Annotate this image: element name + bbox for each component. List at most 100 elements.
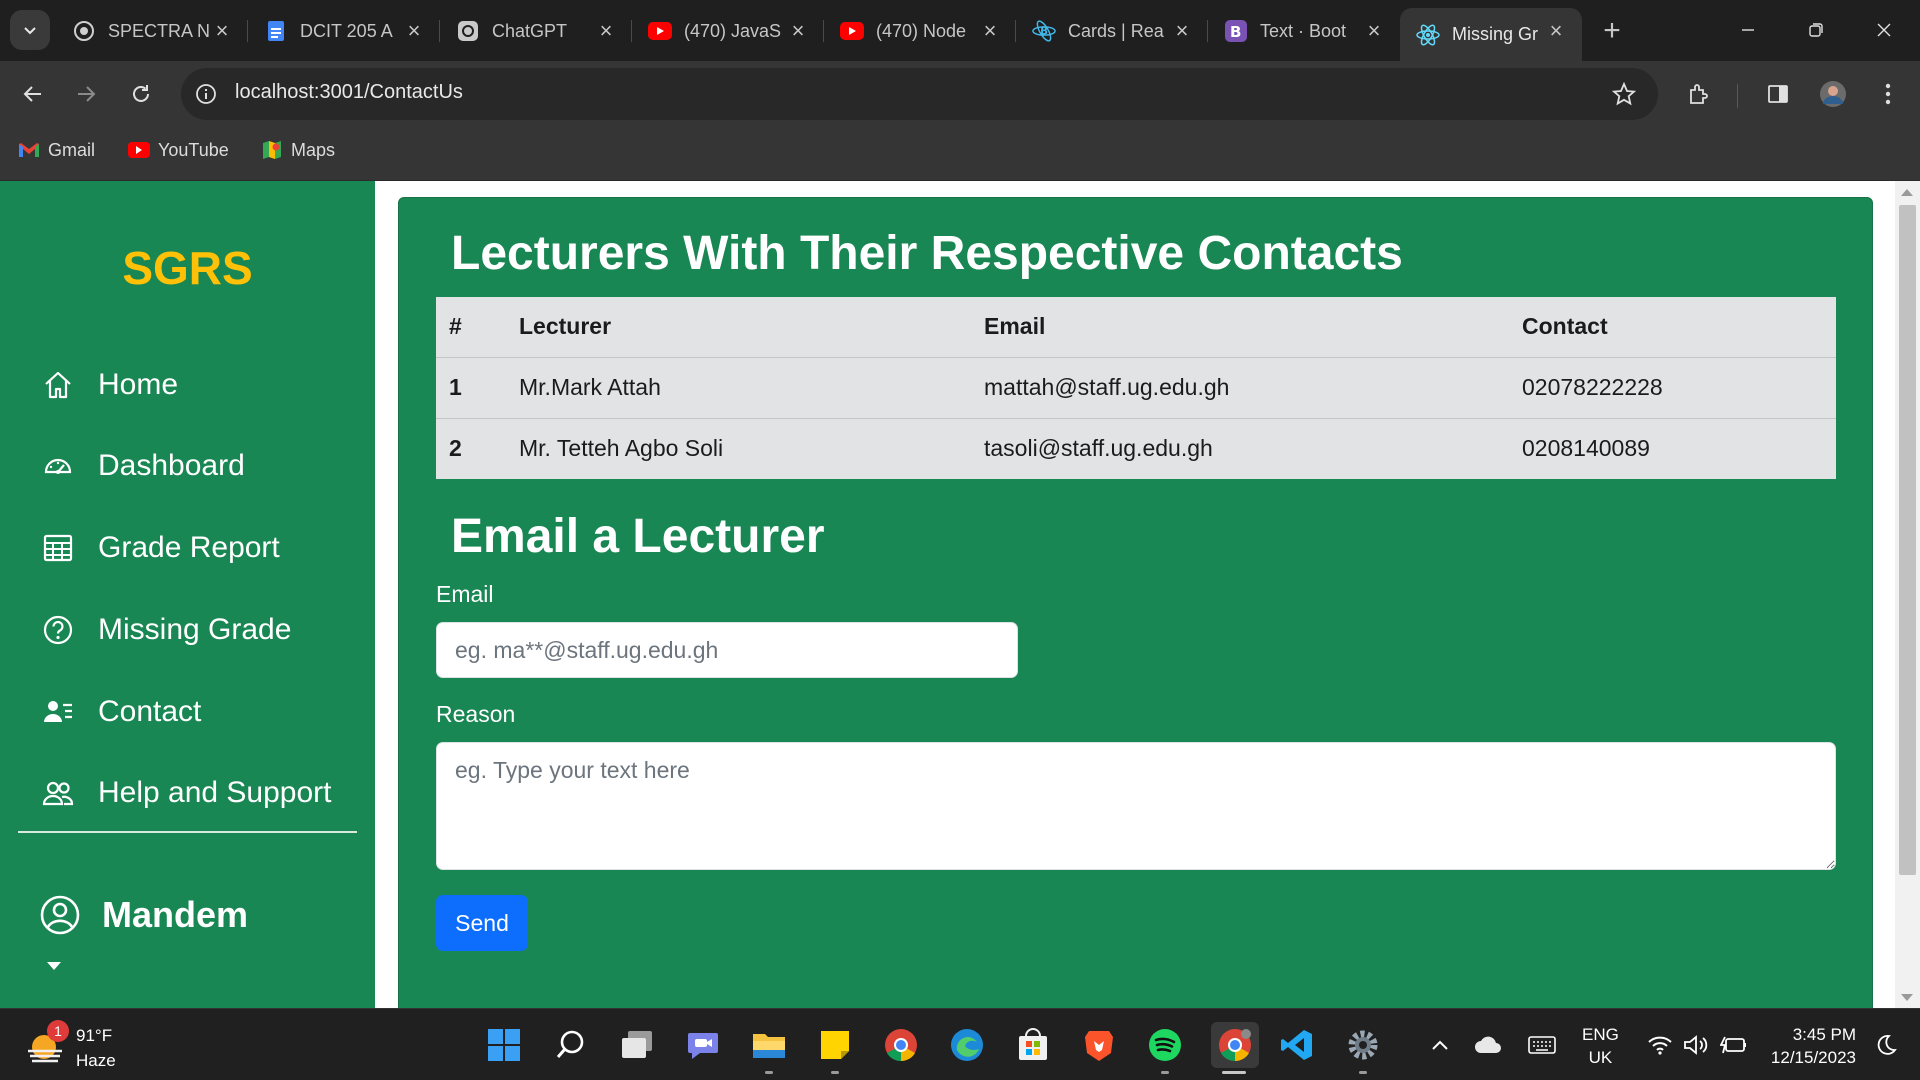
close-window-button[interactable] (1862, 12, 1906, 48)
gmail-icon (18, 139, 40, 161)
close-icon[interactable]: × (210, 18, 234, 43)
show-hidden-icons-chevron-up-icon[interactable] (1420, 1025, 1460, 1065)
table-cell: Mr.Mark Attah (506, 357, 971, 419)
brave-icon[interactable] (1079, 1025, 1119, 1065)
vscode-icon[interactable] (1277, 1025, 1317, 1065)
minimize-button[interactable] (1726, 12, 1770, 48)
scroll-up-arrow[interactable] (1901, 189, 1913, 196)
weather-widget[interactable]: 91°F Haze (26, 1023, 116, 1073)
close-icon[interactable]: × (1544, 18, 1568, 43)
sidebar-item-home[interactable]: Home (40, 362, 178, 408)
sidebar-item-grade-report[interactable]: Grade Report (40, 525, 280, 571)
youtube-icon (128, 139, 150, 161)
close-icon[interactable]: × (786, 18, 810, 43)
profile-avatar[interactable] (1815, 76, 1851, 112)
bookmark-label: YouTube (158, 139, 229, 160)
sidebar-item-dashboard[interactable]: Dashboard (40, 443, 245, 489)
keyboard-icon[interactable] (1522, 1025, 1562, 1065)
weather-condition: Haze (76, 1051, 116, 1070)
avatar-icon (1820, 81, 1846, 107)
brand-logo[interactable]: SGRS (0, 241, 375, 295)
browser-menu-button[interactable] (1870, 76, 1906, 112)
side-panel-button[interactable] (1760, 76, 1796, 112)
windows-start-icon[interactable] (484, 1025, 524, 1065)
input-language-indicator[interactable]: ENG UK (1582, 1023, 1619, 1069)
bookmark-youtube[interactable]: YouTube (128, 139, 229, 161)
sidebar-item-label: Contact (98, 695, 202, 728)
focus-moon-icon[interactable] (1866, 1025, 1906, 1065)
sidebar-item-missing-grade[interactable]: Missing Grade (40, 607, 291, 653)
forward-button[interactable] (68, 76, 104, 112)
battery-charging-icon[interactable] (1714, 1025, 1754, 1065)
browser-tab-active[interactable]: Missing Gr × (1400, 8, 1582, 61)
tab-search-button[interactable] (10, 10, 50, 50)
scroll-down-arrow[interactable] (1901, 994, 1913, 1001)
language-region: UK (1588, 1048, 1613, 1067)
onedrive-cloud-icon[interactable] (1468, 1025, 1508, 1065)
browser-tab[interactable]: DCIT 205 A × (248, 8, 440, 54)
kebab-menu-icon (1885, 83, 1891, 105)
user-menu[interactable]: Mandem (40, 894, 248, 936)
spectra-icon (72, 19, 96, 43)
back-button[interactable] (15, 76, 51, 112)
search-icon[interactable] (551, 1025, 591, 1065)
table-row: 1 Mr.Mark Attah mattah@staff.ug.edu.gh 0… (436, 357, 1836, 419)
extensions-button[interactable] (1681, 76, 1717, 112)
close-icon[interactable]: × (402, 18, 426, 43)
sidebar-item-label: Missing Grade (98, 613, 292, 646)
chrome-profile-icon[interactable] (1211, 1022, 1259, 1068)
url-text[interactable]: localhost:3001/ContactUs (235, 81, 463, 104)
close-icon[interactable]: × (978, 18, 1002, 43)
scrollbar-thumb[interactable] (1899, 205, 1916, 875)
bookmark-maps[interactable]: Maps (261, 139, 335, 161)
email-field[interactable] (436, 622, 1018, 678)
close-icon[interactable]: × (1362, 18, 1386, 43)
task-view-icon[interactable] (617, 1025, 657, 1065)
close-icon[interactable]: × (594, 18, 618, 43)
browser-tab[interactable]: B Cards | Rea × (1016, 8, 1208, 54)
sticky-notes-icon[interactable] (815, 1025, 855, 1065)
teams-chat-icon[interactable] (683, 1025, 723, 1065)
browser-tab[interactable]: ChatGPT × (440, 8, 632, 54)
tab-title: (470) JavaS (684, 20, 782, 41)
browser-tab[interactable]: SPECTRA N × (56, 8, 248, 54)
settings-icon[interactable] (1343, 1025, 1383, 1065)
minimize-icon (1742, 29, 1754, 31)
tab-title: Cards | Rea (1068, 20, 1164, 41)
language-code: ENG (1582, 1025, 1619, 1044)
bookmark-label: Gmail (48, 139, 96, 160)
restore-button[interactable] (1794, 12, 1838, 48)
browser-tab-strip: SPECTRA N × DCIT 205 A × ChatGPT × (470)… (0, 0, 1920, 61)
edge-icon[interactable] (947, 1025, 987, 1065)
side-panel-icon (1768, 85, 1788, 103)
new-tab-button[interactable]: + (1596, 16, 1628, 48)
react-bootstrap-icon: B (1032, 19, 1056, 43)
send-button[interactable]: Send (436, 895, 528, 951)
chrome-icon[interactable] (881, 1025, 921, 1065)
wifi-icon[interactable] (1640, 1025, 1680, 1065)
bookmark-gmail[interactable]: Gmail (18, 139, 95, 161)
reload-button[interactable] (123, 76, 159, 112)
sidebar-item-label: Dashboard (98, 449, 245, 482)
spotify-icon[interactable] (1145, 1025, 1185, 1065)
browser-tab[interactable]: (470) JavaS × (632, 8, 824, 54)
sidebar-item-label: Grade Report (98, 531, 280, 564)
volume-icon[interactable] (1676, 1025, 1716, 1065)
caret-down-icon[interactable] (47, 962, 61, 970)
person-circle-icon (40, 895, 80, 935)
file-explorer-icon[interactable] (749, 1025, 789, 1065)
clock[interactable]: 3:45 PM 12/15/2023 (1764, 1023, 1856, 1069)
sidebar-item-help-and-support[interactable]: Help and Support (40, 770, 332, 816)
running-indicator (765, 1071, 773, 1074)
reason-textarea[interactable] (436, 742, 1836, 870)
tab-title: (470) Node (876, 20, 967, 41)
arrow-left-icon (23, 86, 41, 102)
bookmark-star-button[interactable] (1606, 76, 1642, 112)
sidebar-item-contact[interactable]: Contact (40, 689, 201, 735)
browser-tab[interactable]: B Text · Boot × (1208, 8, 1400, 54)
site-info-icon[interactable] (192, 80, 220, 108)
browser-tab[interactable]: (470) Node × (824, 8, 1016, 54)
speedometer-icon (40, 448, 76, 484)
microsoft-store-icon[interactable] (1013, 1025, 1053, 1065)
close-icon[interactable]: × (1170, 18, 1194, 43)
